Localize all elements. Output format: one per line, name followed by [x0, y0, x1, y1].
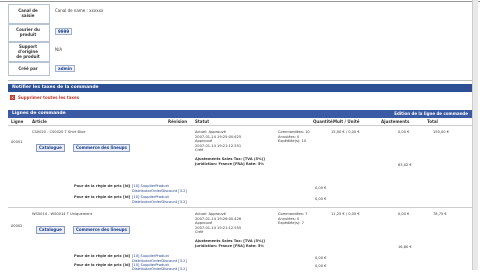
promo-text[interactable]: DistributorOrderDiscount [3.2]: [132, 267, 187, 272]
status-line: Créé: [195, 230, 204, 234]
lines-header-title: Lignes de commande: [12, 111, 66, 116]
remove-all-taxes-link[interactable]: Supprimer toutes les taxes: [18, 95, 79, 100]
created-by-label: Créé par: [18, 66, 38, 71]
section-divider: [8, 80, 472, 81]
created-by-value[interactable]: admin: [55, 65, 75, 72]
promo-value: 0,00 €: [315, 186, 327, 190]
status-line: Créé: [195, 148, 204, 152]
column-divider: [8, 125, 472, 126]
row-divider: [8, 207, 472, 208]
line-total: 78,75 €: [433, 212, 447, 216]
adjustment-value: 0,00 €: [398, 130, 410, 134]
promo-value: 0,00 €: [315, 256, 327, 260]
promo-label: Pour de la règle de prix [Id]: [74, 254, 131, 258]
support-value: N/A: [55, 47, 63, 52]
top-divider: [0, 1, 480, 2]
qty-shipped: Expédiée(s): 7: [278, 221, 304, 225]
unit-price: 15,00 € / 0,00 €: [331, 130, 360, 134]
col-unit: Mult / Unité: [333, 119, 360, 124]
channel-value: Canal de name : xxxxxx: [55, 8, 104, 13]
line-article[interactable]: WS0014 - WS0014 T Uniquement: [32, 212, 92, 217]
tax-jurisdiction: Juridiction: France [FRA] Rate: 5%: [195, 162, 264, 166]
col-status: Statut: [195, 119, 210, 124]
line-article[interactable]: CS0020 - CS0020 T Shirt Blue: [32, 130, 85, 135]
channel-label: Canal de saisie: [18, 8, 38, 18]
modify-button[interactable]: Commerce des lineups: [73, 226, 130, 234]
remove-icon[interactable]: ✕: [10, 95, 15, 100]
modify-button[interactable]: Commerce des lineups: [73, 144, 130, 152]
promo-value: 0,00 €: [315, 264, 327, 268]
courier-value[interactable]: 9999: [55, 28, 73, 35]
tax-jurisdiction: Juridiction: France [FRA] Rate: 5%: [195, 244, 264, 248]
scrollbar[interactable]: [472, 0, 478, 270]
promo-text[interactable]: [10] SupplierProduct: [132, 184, 169, 189]
tax-adjustment: Ajustements Sales Tax: [TVA (5%)]: [195, 239, 265, 243]
promo-text[interactable]: DistributorOrderDiscount [3.2]: [132, 189, 187, 194]
line-total: 150,00 €: [433, 130, 450, 134]
qty-shipped: Expédiée(s): 10: [278, 139, 307, 143]
courier-label: Courier du produit: [16, 27, 40, 37]
lines-header: Lignes de commande Edition de la ligne d…: [8, 110, 472, 118]
col-line: Ligne: [11, 119, 24, 124]
promo-value: 0,00 €: [315, 197, 327, 201]
tax-adjustment: Ajustements Sales Tax: [TVA (5%)]: [195, 157, 265, 161]
unit-price: 11,25 € / 0,00 €: [331, 212, 360, 216]
edit-lines-link[interactable]: Edition de la ligne de commande: [394, 110, 468, 118]
catalog-button[interactable]: Catalogue: [36, 144, 65, 152]
col-adjustments: Ajustements: [381, 119, 410, 124]
promo-text[interactable]: DistributorOrderDiscount [3.2]: [132, 200, 187, 205]
col-quantity: Quantité: [313, 119, 333, 124]
promo-text[interactable]: [10] SupplierProduct: [132, 195, 169, 200]
line-subtotal: 63,02 €: [398, 163, 412, 167]
promo-label: Pour de la règle de prix [Id]: [74, 263, 131, 267]
col-total: Total: [427, 119, 438, 124]
col-revision: Révision: [168, 119, 188, 124]
adjustment-value: 0,00 €: [398, 212, 410, 216]
catalog-button[interactable]: Catalogue: [36, 226, 65, 234]
col-article: Article: [32, 119, 47, 124]
support-label: Support d'origine de produit: [16, 44, 40, 59]
taxes-header: Notifier les taxes de la commande: [8, 84, 472, 92]
line-subtotal: 16,80 €: [398, 245, 412, 249]
line-number: 00001: [11, 140, 23, 144]
promo-label: Pour de la règle de prix [Id]: [74, 195, 131, 199]
line-number: 00002: [11, 224, 23, 228]
promo-label: Pour de la règle de prix [Id]: [74, 184, 131, 188]
